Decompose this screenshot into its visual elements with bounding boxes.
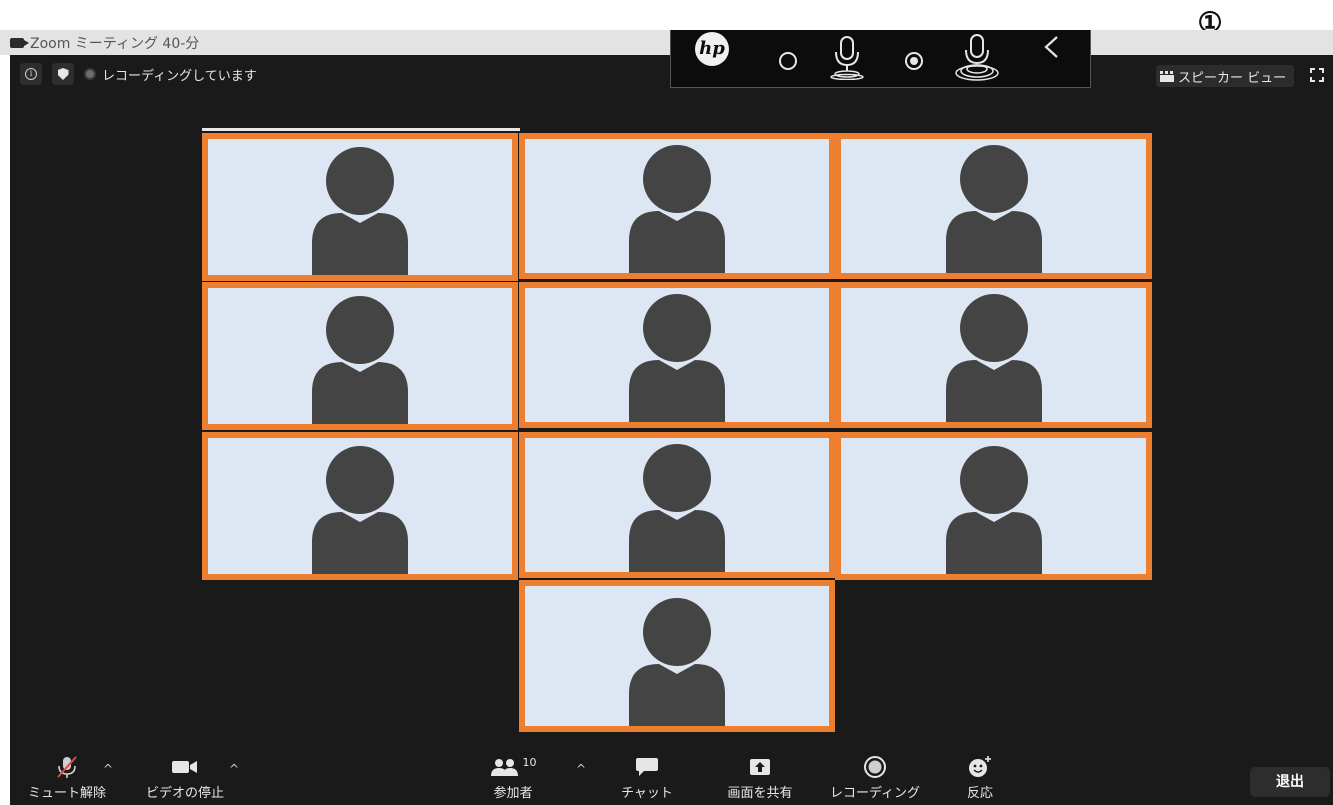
chat-label: チャット: [621, 786, 673, 801]
avatar: [629, 145, 725, 273]
stop-video-button[interactable]: ビデオの停止: [140, 756, 230, 801]
participant-video-tile[interactable]: [202, 282, 518, 430]
recording-dot-icon: [84, 68, 96, 80]
participant-video-tile[interactable]: [202, 432, 518, 580]
meeting-info-button[interactable]: i: [20, 63, 42, 85]
participants-options-caret[interactable]: ^: [576, 762, 586, 776]
shield-icon: [57, 68, 69, 80]
tile-edge-highlight: [202, 128, 520, 131]
participants-button[interactable]: 10 参加者: [478, 756, 548, 801]
reactions-label: 反応: [966, 786, 993, 801]
speaker-view-button[interactable]: スピーカー ビュー: [1156, 65, 1295, 87]
participant-video-tile[interactable]: [519, 432, 835, 578]
security-button[interactable]: [52, 63, 74, 85]
chat-button[interactable]: チャット: [612, 756, 682, 801]
avatar: [629, 444, 725, 572]
share-screen-button[interactable]: 画面を共有: [715, 756, 805, 801]
video-options-caret[interactable]: ^: [229, 762, 239, 776]
unmute-button[interactable]: ミュート解除: [22, 756, 112, 801]
participant-video-tile[interactable]: [519, 282, 835, 428]
info-icon: i: [25, 68, 37, 80]
participant-video-tile[interactable]: [519, 133, 835, 279]
share-screen-label: 画面を共有: [727, 786, 793, 801]
record-button[interactable]: レコーディング: [820, 756, 930, 801]
speaker-view-label: スピーカー ビュー: [1178, 70, 1287, 86]
recording-status-text: レコーディングしています: [102, 68, 257, 84]
avatar: [945, 446, 1042, 574]
emoji-plus-icon: [969, 756, 991, 777]
microphone-icon[interactable]: [829, 34, 865, 80]
participants-count: 10: [522, 756, 537, 769]
share-arrow-icon: [750, 759, 770, 775]
camera-icon: [10, 37, 29, 48]
muted-microphone-icon: [57, 756, 77, 778]
avatar: [312, 446, 408, 574]
hp-logo-icon: hp: [695, 32, 729, 66]
participant-video-tile[interactable]: [519, 580, 835, 732]
meeting-status: i レコーディングしています: [20, 63, 257, 85]
stop-video-label: ビデオの停止: [145, 786, 224, 801]
record-icon: [864, 756, 886, 778]
microphone-waves-icon[interactable]: [955, 33, 999, 81]
grid-view-icon: [1160, 70, 1174, 82]
chat-bubble-icon: [636, 758, 658, 776]
avatar: [629, 294, 725, 422]
hp-overlay-toolbar: hp: [670, 30, 1091, 88]
participants-icon: [490, 759, 518, 776]
fullscreen-icon[interactable]: [1310, 68, 1324, 82]
reactions-button[interactable]: 反応: [950, 756, 1010, 801]
radio-dot-icon[interactable]: [903, 50, 925, 72]
audio-options-caret[interactable]: ^: [103, 762, 113, 776]
avatar: [945, 294, 1042, 422]
avatar: [312, 147, 408, 275]
participant-video-tile[interactable]: [835, 432, 1152, 580]
participant-video-tile[interactable]: [202, 133, 518, 281]
participant-video-tile[interactable]: [835, 133, 1152, 279]
window-title: Zoom ミーティング 40-分: [30, 35, 200, 52]
record-label: レコーディング: [829, 786, 921, 801]
leave-button[interactable]: 退出: [1250, 767, 1330, 797]
avatar: [629, 598, 725, 726]
title-bar: Zoom ミーティング 40-分: [0, 30, 1333, 55]
unmute-label: ミュート解除: [27, 786, 106, 801]
chevron-left-icon[interactable]: [1041, 34, 1061, 60]
participants-label: 参加者: [493, 786, 533, 801]
avatar: [945, 145, 1042, 273]
participant-video-tile[interactable]: [835, 282, 1152, 428]
recording-indicator[interactable]: レコーディングしています: [84, 65, 257, 84]
circle-outline-icon[interactable]: [777, 50, 799, 72]
avatar: [312, 296, 408, 424]
video-camera-icon: [172, 761, 197, 773]
